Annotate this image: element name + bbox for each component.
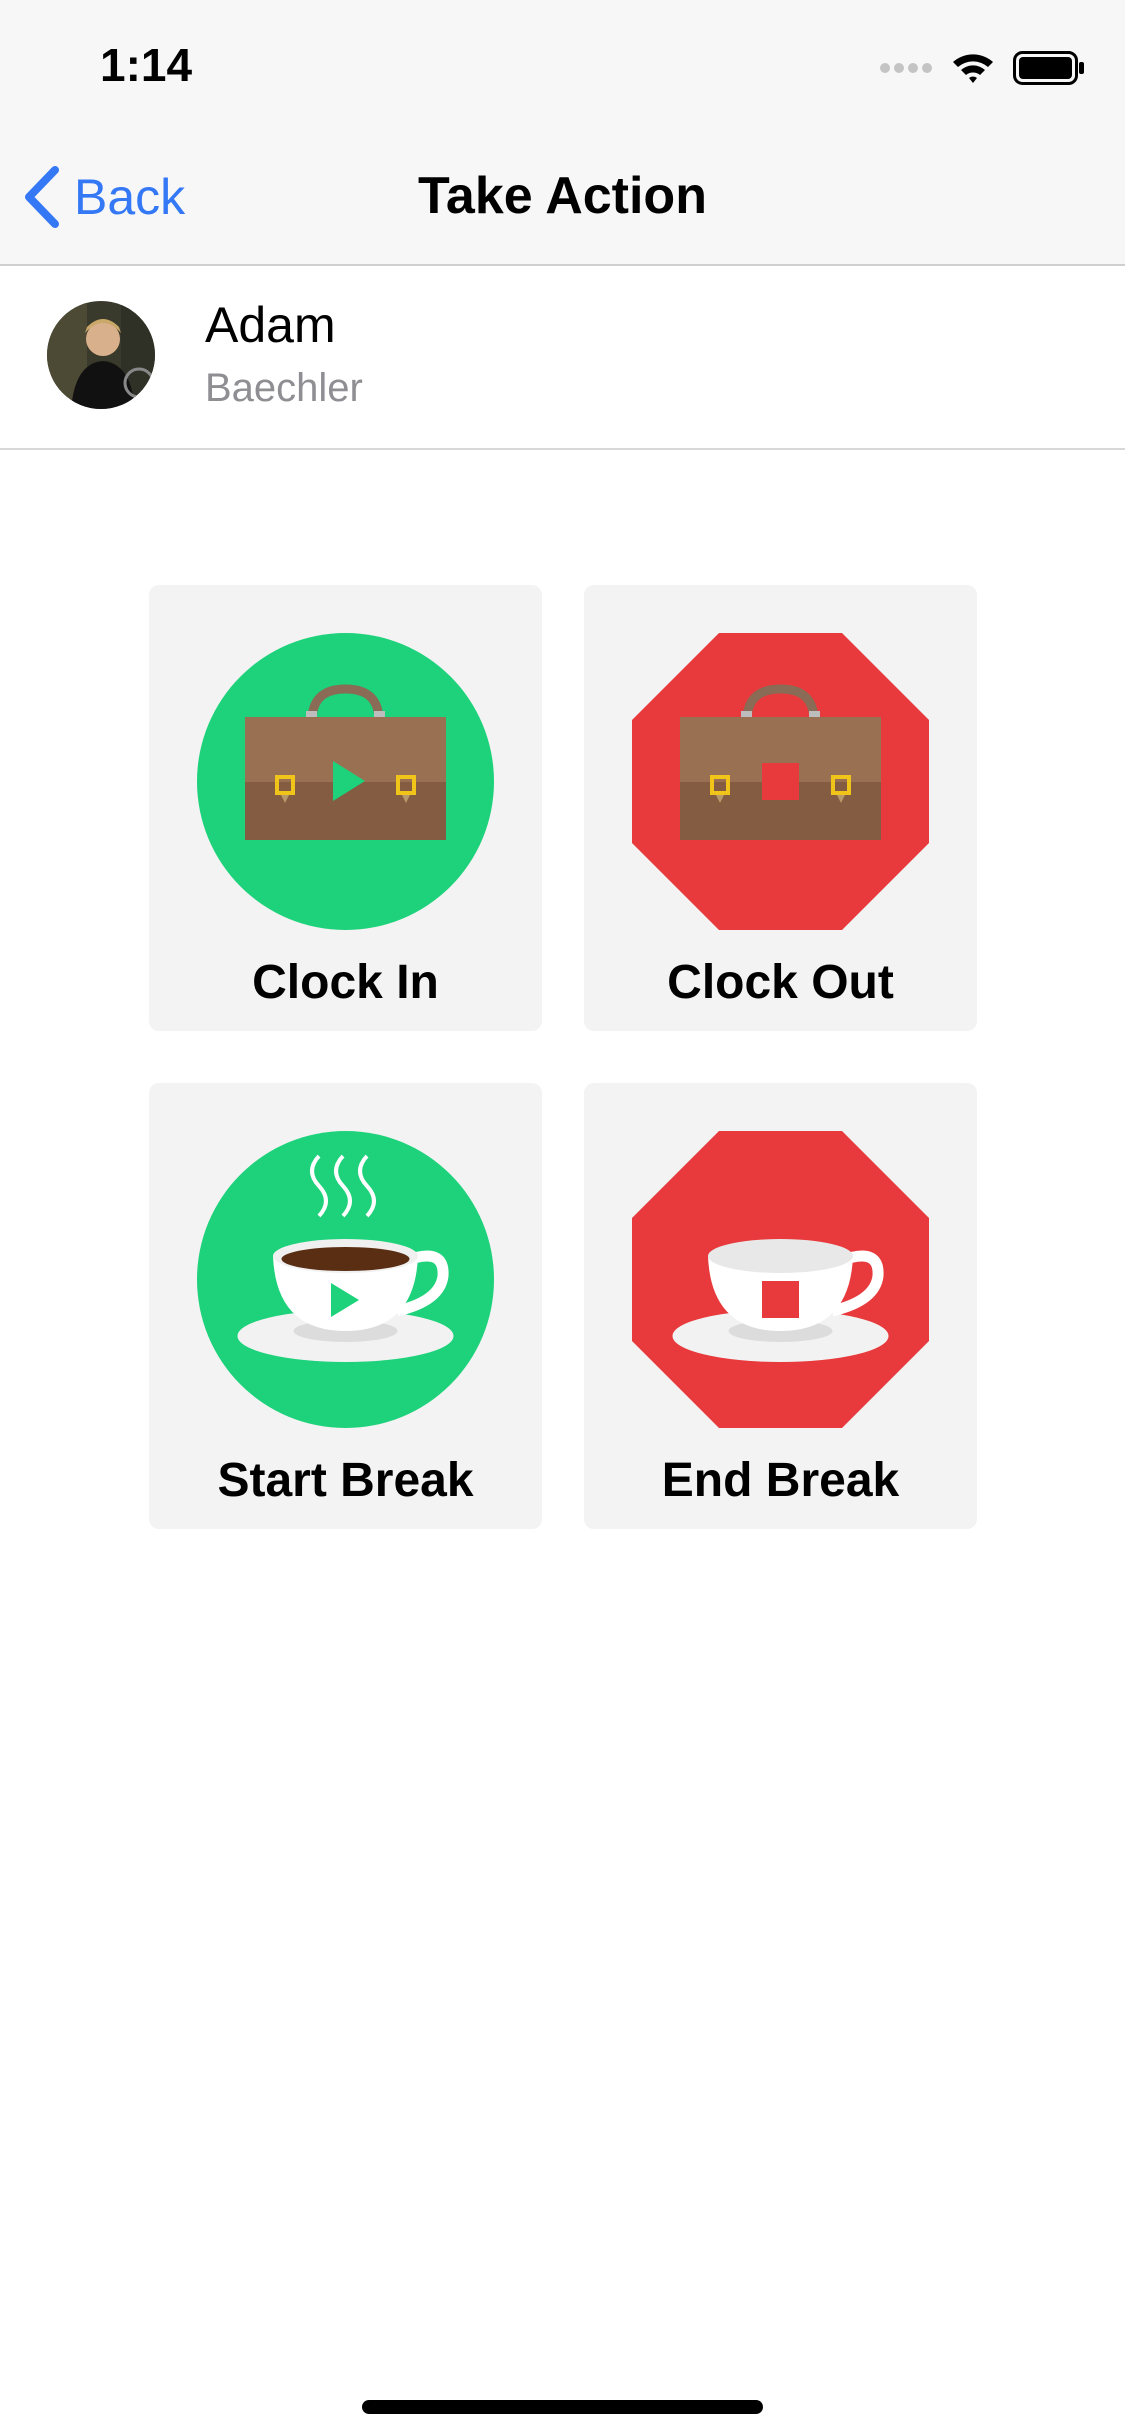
wifi-icon: [953, 54, 993, 83]
briefcase-stop-icon: [632, 633, 929, 930]
start-break-button[interactable]: Start Break: [149, 1083, 542, 1529]
status-bar: 1:14: [0, 0, 1125, 132]
employee-first-name: Adam: [205, 297, 336, 353]
clock-out-button[interactable]: Clock Out: [584, 585, 977, 1031]
end-break-button[interactable]: End Break: [584, 1083, 977, 1529]
clock-out-label: Clock Out: [667, 956, 894, 1009]
battery-icon: [1013, 51, 1084, 85]
avatar: [47, 301, 155, 409]
status-icons: [879, 48, 1085, 88]
employee-last-name: Baechler: [205, 366, 363, 410]
briefcase-play-icon: [197, 633, 494, 930]
status-time: 1:14: [100, 39, 193, 91]
home-indicator[interactable]: [362, 2400, 763, 2414]
page-title: Take Action: [418, 167, 707, 225]
clock-in-button[interactable]: Clock In: [149, 585, 542, 1031]
start-break-label: Start Break: [217, 1454, 474, 1507]
navigation-bar: Back Take Action: [0, 132, 1125, 266]
employee-profile: Adam Baechler: [0, 266, 1125, 450]
clock-in-label: Clock In: [252, 956, 439, 1009]
coffee-play-icon: [197, 1131, 494, 1428]
coffee-stop-icon: [632, 1131, 929, 1428]
signal-icon: [880, 63, 932, 73]
end-break-label: End Break: [661, 1454, 900, 1507]
